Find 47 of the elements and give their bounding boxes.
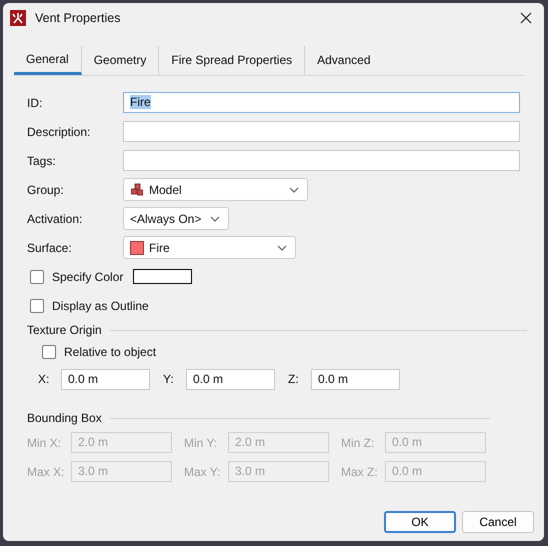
bound-label: Max Y:: [184, 464, 222, 478]
checkbox-label: Relative to object: [64, 345, 156, 359]
bound-label: Min Y:: [184, 436, 218, 450]
tab[interactable]: Geometry: [82, 46, 160, 75]
coordinate-label: Y:: [163, 372, 175, 386]
dialog-button[interactable]: Cancel: [462, 511, 534, 533]
text-field[interactable]: Fire: [123, 92, 520, 113]
coordinate-label: Z:: [288, 372, 300, 386]
tab[interactable]: General: [14, 46, 82, 75]
close-icon[interactable]: [520, 12, 532, 24]
coordinate-label: X:: [38, 372, 50, 386]
checkbox[interactable]: [30, 298, 44, 312]
color-swatch-icon: [130, 240, 144, 254]
text-field[interactable]: [123, 121, 520, 142]
tab[interactable]: Advanced: [305, 46, 382, 75]
bound-label: Min Z:: [341, 436, 376, 450]
coordinate-field[interactable]: 0.0 m: [186, 368, 275, 390]
bound-label: Max X:: [27, 464, 66, 478]
chevron-down-icon: [277, 244, 287, 250]
coordinate-field[interactable]: 0.0 m: [61, 368, 150, 390]
dialog-button[interactable]: OK: [384, 511, 456, 533]
surface-dropdown[interactable]: Fire: [123, 236, 296, 259]
chevron-down-icon: [289, 186, 299, 192]
field-label: Activation:: [27, 212, 84, 226]
bound-label: Min X:: [27, 436, 62, 450]
checkbox-label: Specify Color: [52, 270, 124, 284]
field-label: Tags:: [27, 154, 57, 168]
field-label: ID:: [27, 96, 44, 110]
field-label: Surface:: [27, 240, 73, 254]
field-label: Group:: [27, 182, 65, 196]
cubes-icon: [130, 182, 144, 196]
checkbox[interactable]: [42, 345, 56, 359]
field-label: Description:: [27, 124, 92, 138]
activation-dropdown[interactable]: <Always On>: [123, 207, 229, 230]
section-title: Texture Origin: [27, 323, 102, 337]
text-field[interactable]: [123, 150, 520, 171]
section-title: Bounding Box: [27, 411, 102, 425]
coordinate-field[interactable]: 0.0 m: [311, 368, 400, 390]
color-picker-button[interactable]: [133, 269, 192, 284]
window-title: Vent Properties: [35, 11, 120, 25]
bound-label: Max Z:: [341, 464, 379, 478]
checkbox[interactable]: [30, 270, 44, 284]
chevron-down-icon: [210, 216, 220, 222]
app-logo-icon: [10, 10, 26, 26]
group-dropdown[interactable]: Model: [123, 178, 308, 201]
checkbox-label: Display as Outline: [52, 298, 149, 312]
tab[interactable]: Fire Spread Properties: [159, 46, 306, 75]
